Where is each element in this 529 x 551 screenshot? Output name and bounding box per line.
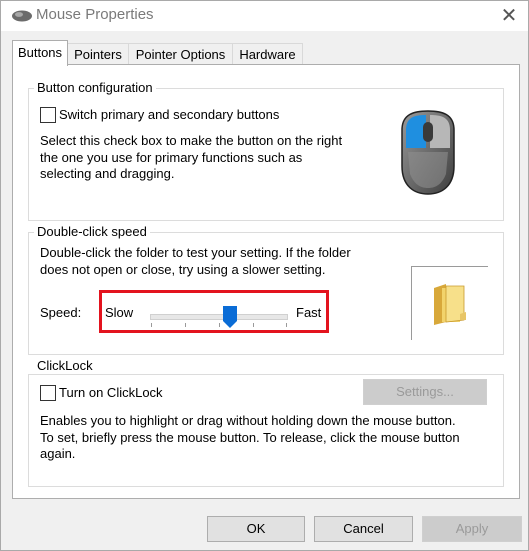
cancel-button[interactable]: Cancel xyxy=(314,516,413,542)
slider-tick xyxy=(151,323,152,327)
clicklock-desc-line2: To set, briefly press the mouse button. … xyxy=(40,430,460,445)
test-folder-area[interactable] xyxy=(411,266,488,340)
clicklock-desc-line3: again. xyxy=(40,446,76,461)
switch-buttons-label[interactable]: Switch primary and secondary buttons xyxy=(59,106,279,123)
slow-label: Slow xyxy=(105,305,134,320)
double-click-heading: Double-click speed xyxy=(34,224,150,239)
speed-slider-track[interactable] xyxy=(150,314,288,320)
tab-hardware[interactable]: Hardware xyxy=(232,43,303,65)
clicklock-settings-button[interactable]: Settings... xyxy=(363,379,487,405)
title-bar[interactable]: Mouse Properties ✕ xyxy=(1,1,528,31)
double-click-desc-line2: does not open or close, try using a slow… xyxy=(40,262,326,277)
button-config-desc-line2: the one you use for primary functions su… xyxy=(40,150,303,165)
tab-buttons[interactable]: Buttons xyxy=(12,40,68,66)
tab-pointer-options[interactable]: Pointer Options xyxy=(128,43,233,65)
slider-tick xyxy=(219,323,220,327)
close-icon[interactable]: ✕ xyxy=(495,3,523,29)
double-click-desc-line1: Double-click the folder to test your set… xyxy=(40,245,351,260)
ok-button[interactable]: OK xyxy=(207,516,305,542)
slider-tick xyxy=(185,323,186,327)
button-config-desc-line1: Select this check box to make the button… xyxy=(40,133,343,148)
window-title: Mouse Properties xyxy=(36,6,154,23)
clicklock-checkbox[interactable] xyxy=(40,385,56,401)
folder-icon[interactable] xyxy=(430,282,468,326)
mouse-icon xyxy=(401,110,455,195)
mouse-app-icon xyxy=(12,10,32,22)
mouse-properties-window: Mouse Properties ✕ Buttons Pointers Poin… xyxy=(0,0,529,551)
tab-pointers[interactable]: Pointers xyxy=(67,43,129,65)
speed-slider-highlight xyxy=(99,290,329,333)
fast-label: Fast xyxy=(296,305,322,320)
speed-slider-thumb[interactable] xyxy=(223,306,237,328)
button-configuration-heading: Button configuration xyxy=(34,80,156,95)
clicklock-label[interactable]: Turn on ClickLock xyxy=(59,384,163,401)
clicklock-desc-line1: Enables you to highlight or drag without… xyxy=(40,413,456,428)
switch-buttons-checkbox[interactable] xyxy=(40,107,56,123)
slider-tick xyxy=(286,323,287,327)
clicklock-heading: ClickLock xyxy=(34,358,96,373)
button-config-desc-line3: selecting and dragging. xyxy=(40,166,175,181)
apply-button[interactable]: Apply xyxy=(422,516,522,542)
slider-tick xyxy=(253,323,254,327)
speed-label: Speed: xyxy=(40,305,82,320)
